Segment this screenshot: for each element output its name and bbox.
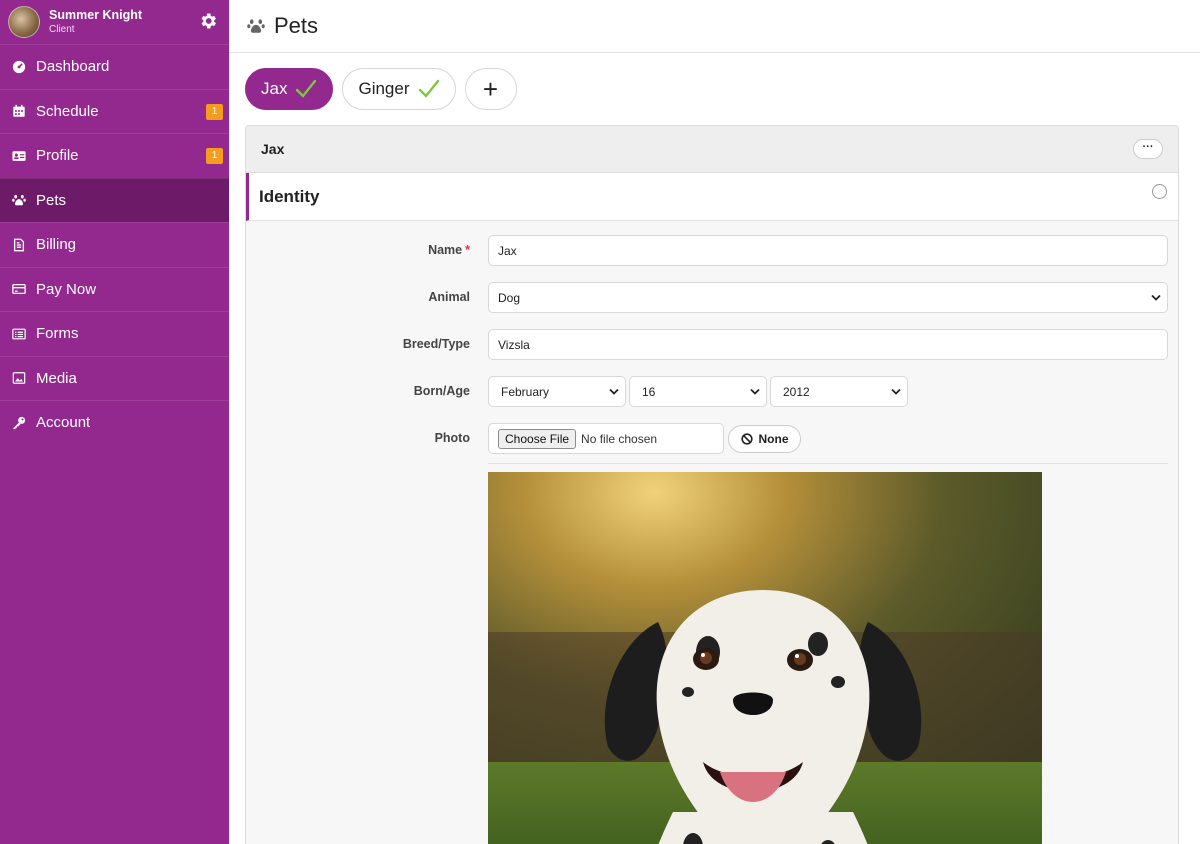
born-year-select[interactable]: 2012 xyxy=(770,376,908,407)
born-day-select[interactable]: 16 xyxy=(629,376,767,407)
sidebar-item-dashboard[interactable]: Dashboard xyxy=(0,44,229,89)
calendar-icon xyxy=(13,105,25,117)
schedule-badge: 1 xyxy=(206,103,223,120)
animal-label: Animal xyxy=(428,290,470,304)
sidebar-item-account[interactable]: Account xyxy=(0,400,229,445)
add-pet-button[interactable]: + xyxy=(464,68,517,110)
chevron-down-icon xyxy=(891,388,901,395)
chevron-down-icon xyxy=(609,388,619,395)
required-marker: * xyxy=(465,243,470,257)
animal-select[interactable]: Dog xyxy=(488,282,1168,313)
born-month-select[interactable]: February xyxy=(488,376,626,407)
list-icon xyxy=(12,328,26,340)
photo-divider xyxy=(488,463,1168,464)
avatar[interactable] xyxy=(8,6,40,38)
sidebar-item-pay-now[interactable]: Pay Now xyxy=(0,266,229,312)
chevron-down-icon xyxy=(750,388,760,395)
user-role: Client xyxy=(49,24,75,36)
pet-tab-jax[interactable]: Jax xyxy=(245,68,334,110)
pet-card: Jax ··· Identity Name * Jax Animal Dog Br… xyxy=(245,125,1179,844)
chevron-down-icon xyxy=(1151,294,1161,301)
identity-section-header[interactable]: Identity xyxy=(246,173,1178,221)
section-title: Identity xyxy=(259,186,320,206)
section-status-radio[interactable] xyxy=(1152,184,1167,199)
user-info: Summer Knight Client xyxy=(49,7,143,36)
name-label: Name * xyxy=(428,243,470,257)
sidebar-item-schedule[interactable]: Schedule 1 xyxy=(0,88,229,134)
name-input[interactable]: Jax xyxy=(488,235,1168,266)
sidebar: Summer Knight Client Dashboard Schedule … xyxy=(0,0,229,844)
check-icon xyxy=(296,79,317,98)
sidebar-item-pets[interactable]: Pets xyxy=(0,177,229,222)
pet-tab-ginger[interactable]: Ginger xyxy=(342,68,456,110)
born-year-value: 2012 xyxy=(783,384,810,399)
profile-badge: 1 xyxy=(206,148,223,164)
main-content: Pets Jax Ginger + Jax ··· Identity Name *… xyxy=(229,0,1200,844)
born-label: Born/Age xyxy=(413,384,470,398)
sidebar-item-label: Schedule xyxy=(36,102,99,120)
file-icon xyxy=(13,238,25,252)
sidebar-item-forms[interactable]: Forms xyxy=(0,311,229,356)
sidebar-item-label: Dashboard xyxy=(36,58,110,76)
born-month-value: February xyxy=(501,384,550,399)
sidebar-item-media[interactable]: Media xyxy=(0,355,229,401)
sidebar-item-label: Media xyxy=(36,369,77,387)
sidebar-item-label: Profile xyxy=(36,147,79,165)
more-options-button[interactable]: ··· xyxy=(1133,139,1163,159)
remove-photo-button[interactable]: None xyxy=(728,425,801,453)
sidebar-item-label: Pets xyxy=(36,191,67,209)
plus-icon: + xyxy=(482,74,499,104)
photo-file-input[interactable]: Choose File No file chosen xyxy=(488,423,724,454)
animal-select-value: Dog xyxy=(498,290,521,305)
card-header: Jax ··· xyxy=(246,126,1178,173)
none-label: None xyxy=(758,432,789,446)
born-day-value: 16 xyxy=(642,384,656,399)
check-icon xyxy=(418,79,439,98)
breed-input[interactable]: Vizsla xyxy=(488,329,1168,360)
id-card-icon xyxy=(12,150,26,161)
user-panel: Summer Knight Client xyxy=(0,0,229,44)
key-icon xyxy=(13,416,26,429)
pet-tab-label: Ginger xyxy=(358,79,410,98)
paw-icon xyxy=(247,19,265,33)
dashboard-icon xyxy=(12,60,26,73)
image-icon xyxy=(12,372,26,385)
choose-file-button[interactable]: Choose File xyxy=(498,428,577,449)
no-file-text: No file chosen xyxy=(581,431,658,446)
paw-icon xyxy=(12,195,26,206)
ban-icon xyxy=(740,433,753,445)
gear-icon[interactable] xyxy=(198,11,218,31)
sidebar-item-label: Account xyxy=(36,414,91,432)
pet-tabs: Jax Ginger + xyxy=(245,68,526,110)
user-name: Summer Knight xyxy=(49,7,143,22)
pet-tab-label: Jax xyxy=(261,79,288,98)
pet-photo xyxy=(488,472,1042,844)
page-title: Pets xyxy=(274,13,319,38)
breed-label: Breed/Type xyxy=(402,337,470,351)
sidebar-item-label: Pay Now xyxy=(36,280,97,298)
credit-card-icon xyxy=(12,284,26,295)
sidebar-item-label: Billing xyxy=(36,236,77,254)
sidebar-item-billing[interactable]: Billing xyxy=(0,222,229,267)
sidebar-item-label: Forms xyxy=(36,325,79,343)
card-title: Jax xyxy=(261,141,285,157)
photo-label: Photo xyxy=(434,431,470,445)
sidebar-item-profile[interactable]: Profile 1 xyxy=(0,133,229,178)
page-header: Pets xyxy=(229,0,1200,53)
